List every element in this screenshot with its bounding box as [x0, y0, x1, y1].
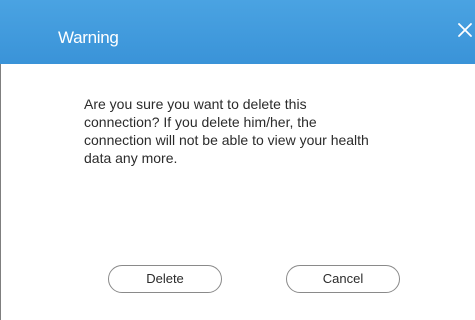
dialog-title: Warning — [58, 28, 119, 47]
cancel-button[interactable]: Cancel — [286, 265, 400, 293]
warning-dialog: Warning Are you sure you want to delete … — [0, 0, 475, 320]
dialog-titlebar: Warning — [0, 0, 475, 64]
dialog-message: Are you sure you want to delete this con… — [84, 96, 369, 166]
close-button[interactable] — [454, 19, 475, 43]
delete-button[interactable]: Delete — [108, 265, 222, 293]
close-icon — [458, 23, 472, 37]
